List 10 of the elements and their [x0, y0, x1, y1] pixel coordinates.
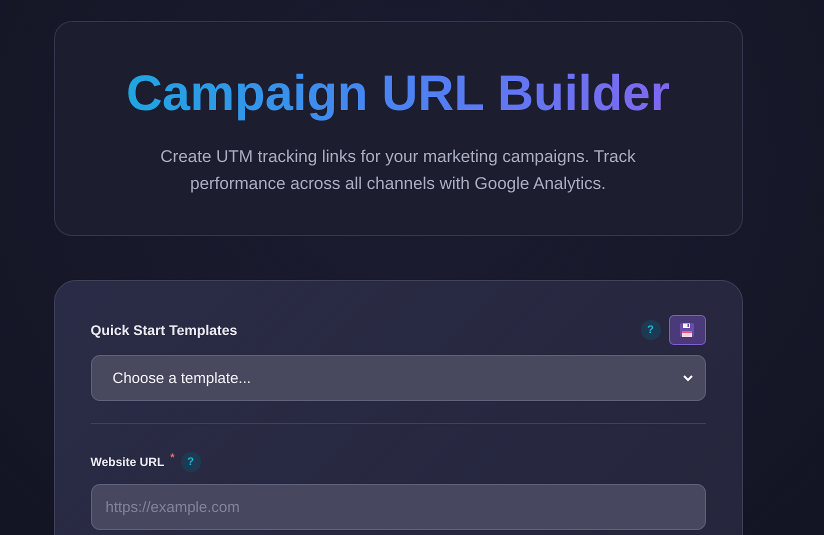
input-field[interactable]: https://example.com [90, 484, 706, 530]
help-icon[interactable]: ? [180, 452, 201, 472]
help-icon[interactable]: ? [640, 320, 660, 340]
chevron-down-icon [682, 374, 692, 382]
save-template-button[interactable] [668, 315, 706, 345]
page-description: Create UTM tracking links for your marketing campaigns. Track performance across all channels with Google Analytics. [159, 146, 637, 195]
field-label: Website URL [90, 455, 164, 469]
required-mark: * [170, 452, 175, 464]
template-select[interactable]: Choose a template... [90, 355, 706, 401]
templates-label: Quick Start Templates [90, 322, 238, 338]
